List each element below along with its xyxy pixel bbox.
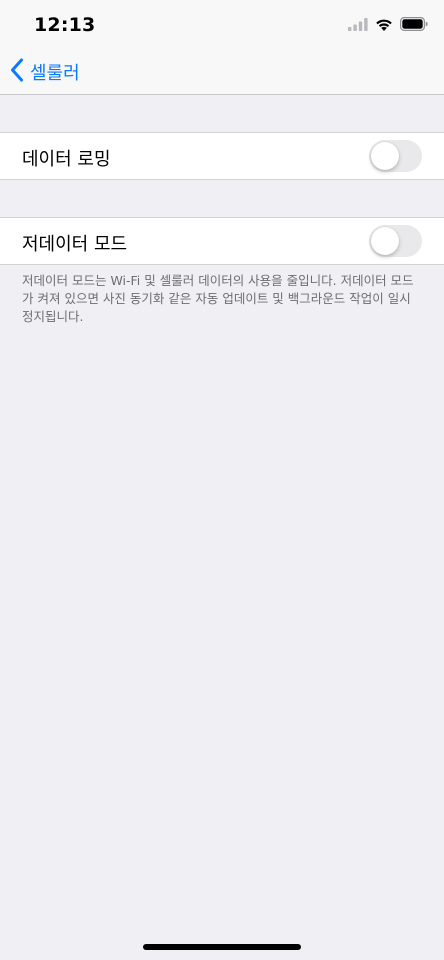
low-data-mode-row: 저데이터 모드: [0, 217, 444, 265]
status-icons: [348, 16, 428, 35]
data-roaming-toggle[interactable]: [369, 140, 422, 172]
data-roaming-label: 데이터 로밍: [22, 149, 111, 170]
toggle-knob: [371, 227, 399, 255]
low-data-mode-toggle[interactable]: [369, 225, 422, 257]
status-bar: 12:13: [0, 0, 444, 50]
back-button[interactable]: 셀룰러: [10, 56, 80, 88]
status-time: 12:13: [34, 14, 96, 36]
screen: 12:13 셀룰러 데이터 로밍 저데이터 모드 저데이터 모드는 Wi-Fi …: [0, 0, 444, 960]
home-indicator[interactable]: [143, 944, 301, 950]
low-data-mode-footer: 저데이터 모드는 Wi-Fi 및 셀룰러 데이터의 사용을 줄입니다. 저데이터…: [22, 273, 414, 324]
battery-icon: [400, 16, 428, 35]
cellular-signal-icon: [348, 16, 368, 35]
low-data-mode-label: 저데이터 모드: [22, 234, 128, 255]
back-label: 셀룰러: [30, 63, 80, 84]
chevron-left-icon: [10, 58, 24, 86]
wifi-icon: [375, 16, 393, 35]
toggle-knob: [371, 142, 399, 170]
nav-bar: 셀룰러: [0, 50, 444, 95]
data-roaming-row: 데이터 로밍: [0, 132, 444, 180]
